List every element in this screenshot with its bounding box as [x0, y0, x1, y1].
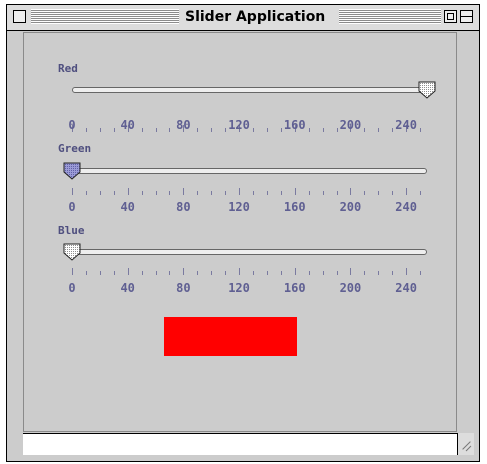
tick-mark	[280, 271, 282, 275]
tick-label: 0	[68, 200, 76, 214]
close-box-button[interactable]	[13, 10, 26, 23]
green-slider-ticks	[71, 188, 428, 196]
tick-mark	[197, 271, 199, 275]
blue-slider-ticks	[71, 268, 428, 276]
tick-mark	[225, 191, 227, 195]
tick-label: 200	[339, 281, 362, 295]
tick-label: 120	[228, 118, 250, 132]
tick-mark	[183, 188, 185, 195]
zoom-box-button[interactable]	[444, 10, 457, 23]
tick-label: 160	[283, 281, 306, 295]
tick-mark	[308, 191, 310, 195]
tick-mark	[211, 191, 213, 195]
tick-label: 160	[283, 200, 306, 214]
title-bar-stripes-right	[339, 9, 441, 24]
tick-mark	[266, 271, 268, 275]
tick-label: 0	[68, 118, 76, 132]
green-slider-label: Green	[58, 142, 92, 155]
tick-mark	[252, 191, 254, 195]
tick-mark	[197, 191, 199, 195]
tick-mark	[322, 191, 324, 195]
tick-mark	[155, 271, 157, 275]
tick-mark	[378, 271, 380, 275]
blue-slider-thumb[interactable]	[63, 243, 81, 261]
tick-label: 80	[176, 200, 191, 214]
green-slider-track[interactable]	[72, 168, 427, 174]
tick-mark	[280, 191, 282, 195]
tick-mark	[350, 188, 352, 195]
tick-mark	[113, 271, 115, 275]
collapse-box-button[interactable]	[460, 10, 473, 23]
tick-mark	[127, 188, 129, 195]
tick-mark	[72, 268, 73, 275]
tick-mark	[322, 271, 324, 275]
tick-mark	[266, 191, 268, 195]
tick-label: 120	[228, 281, 250, 295]
tick-mark	[85, 191, 87, 195]
tick-label: 0	[68, 281, 76, 295]
tick-mark	[72, 188, 73, 195]
color-preview-swatch	[164, 317, 297, 356]
title-bar[interactable]: Slider Application	[7, 5, 479, 31]
status-bar	[23, 433, 457, 455]
tick-mark	[392, 271, 394, 275]
tick-mark	[378, 191, 380, 195]
tick-mark	[336, 271, 338, 275]
blue-slider-tick-labels: 0 40 80 120 160 200 240	[0, 281, 487, 297]
red-slider-track[interactable]	[72, 87, 427, 93]
tick-label: 80	[176, 281, 191, 295]
tick-mark	[99, 271, 101, 275]
tick-mark	[85, 271, 87, 275]
tick-label: 240	[395, 118, 417, 132]
tick-mark	[406, 268, 408, 275]
tick-mark	[169, 191, 171, 195]
tick-mark	[252, 271, 254, 275]
tick-mark	[99, 191, 101, 195]
red-slider-label: Red	[58, 62, 78, 75]
tick-mark	[239, 268, 241, 275]
tick-label: 40	[120, 118, 135, 132]
tick-label: 40	[120, 200, 135, 214]
tick-mark	[169, 271, 171, 275]
tick-mark	[113, 191, 115, 195]
tick-mark	[239, 188, 241, 195]
tick-mark	[308, 271, 310, 275]
tick-label: 40	[120, 281, 135, 295]
tick-mark	[350, 268, 352, 275]
tick-mark	[211, 271, 213, 275]
tick-label: 240	[395, 200, 417, 214]
tick-mark	[336, 191, 338, 195]
tick-mark	[294, 268, 296, 275]
title-bar-stripes-left	[31, 9, 179, 24]
tick-label: 200	[339, 200, 362, 214]
tick-label: 200	[339, 118, 362, 132]
tick-mark	[420, 191, 422, 195]
red-slider-thumb[interactable]	[418, 81, 436, 99]
window-title: Slider Application	[181, 8, 330, 26]
tick-mark	[294, 188, 296, 195]
grow-box-handle[interactable]	[457, 433, 474, 455]
tick-mark	[141, 271, 143, 275]
tick-mark	[141, 191, 143, 195]
tick-mark	[127, 268, 129, 275]
tick-mark	[406, 188, 408, 195]
green-slider-thumb[interactable]	[63, 162, 81, 180]
tick-label: 240	[395, 281, 417, 295]
tick-mark	[155, 191, 157, 195]
blue-slider-label: Blue	[58, 224, 85, 237]
tick-label: 120	[228, 200, 250, 214]
tick-label: 80	[176, 118, 191, 132]
tick-mark	[392, 191, 394, 195]
tick-mark	[364, 271, 366, 275]
tick-mark	[225, 271, 227, 275]
tick-mark	[364, 191, 366, 195]
tick-mark	[183, 268, 185, 275]
blue-slider-track[interactable]	[72, 249, 427, 255]
red-slider-tick-labels: 0 40 80 120 160 200 240	[0, 118, 487, 134]
tick-mark	[420, 271, 422, 275]
tick-label: 160	[283, 118, 306, 132]
green-slider-tick-labels: 0 40 80 120 160 200 240	[0, 200, 487, 216]
